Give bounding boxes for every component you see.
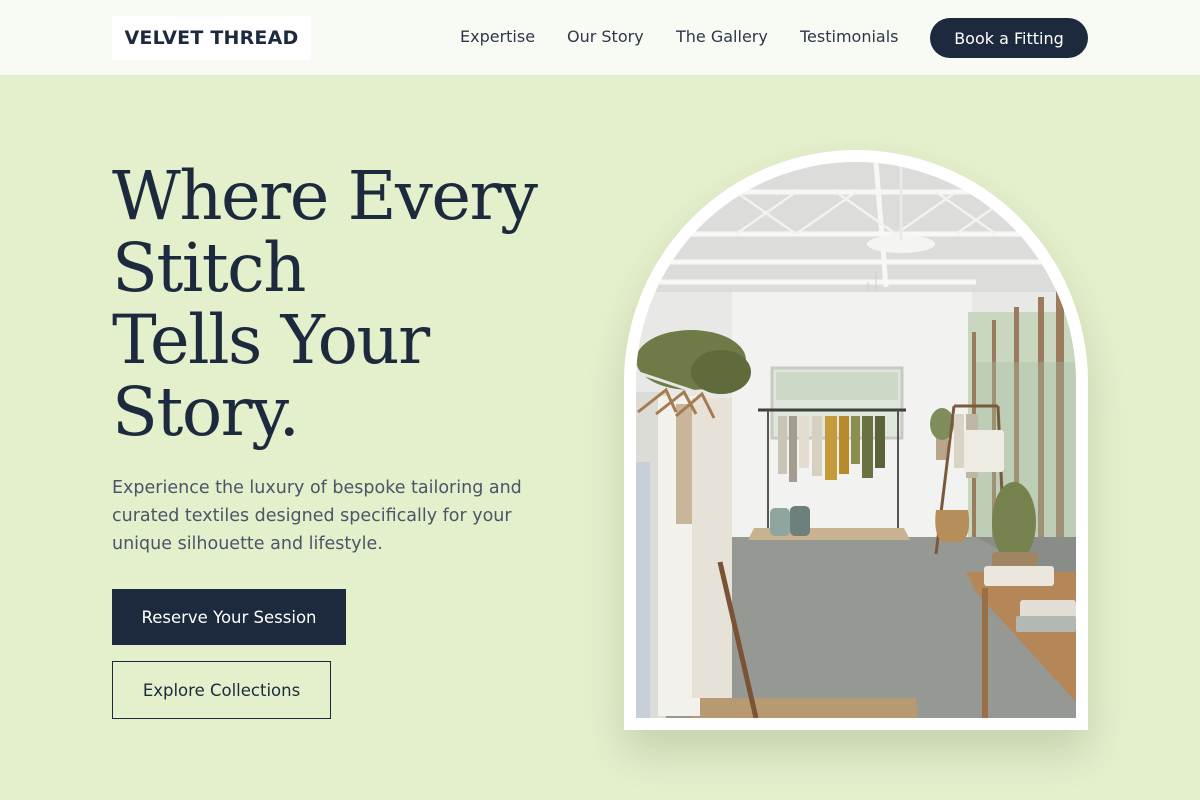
nav-link-the-gallery[interactable]: The Gallery	[676, 27, 768, 47]
hero-title-line: Where Every	[112, 157, 538, 235]
hero-title-line: Story.	[112, 373, 300, 451]
nav-link-expertise[interactable]: Expertise	[460, 27, 535, 47]
hero-image-frame	[624, 150, 1088, 730]
hero-title: Where Every Stitch Tells Your Story.	[112, 160, 582, 448]
boutique-interior-photo	[636, 162, 1076, 718]
navbar: VELVET THREAD Expertise Our Story The Ga…	[0, 0, 1200, 76]
book-fitting-button[interactable]: Book a Fitting	[930, 18, 1088, 58]
hero-title-line: Stitch	[112, 229, 306, 307]
explore-collections-button[interactable]: Explore Collections	[112, 661, 331, 719]
reserve-session-button[interactable]: Reserve Your Session	[112, 589, 346, 645]
hero-title-line: Tells Your	[112, 301, 430, 379]
nav-link-our-story[interactable]: Our Story	[567, 27, 644, 47]
hero-description: Experience the luxury of bespoke tailori…	[112, 478, 522, 554]
brand-logo[interactable]: VELVET THREAD	[112, 16, 311, 60]
nav-link-testimonials[interactable]: Testimonials	[800, 27, 899, 47]
